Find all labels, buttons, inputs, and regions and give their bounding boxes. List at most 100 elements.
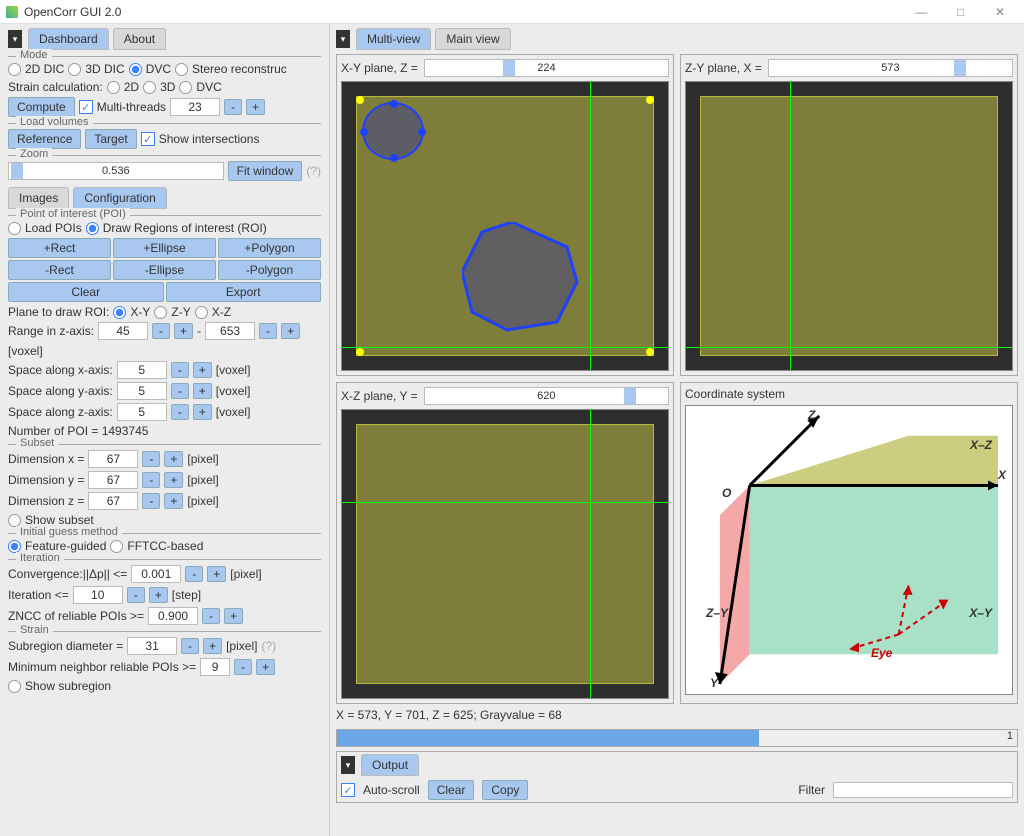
sidebar-toggle[interactable]: ▾	[8, 30, 22, 48]
tab-mainview[interactable]: Main view	[435, 28, 510, 50]
xz-slider[interactable]: 620	[424, 387, 669, 405]
radio-feature-guided[interactable]	[8, 540, 21, 553]
roi-ellipse[interactable]	[362, 102, 424, 160]
range-z-to[interactable]: 653	[205, 322, 255, 340]
maximize-button[interactable]: □	[943, 5, 979, 19]
roi-polygon[interactable]	[462, 222, 582, 332]
zoom-slider[interactable]: 0.536	[8, 162, 224, 180]
dim-z-plus[interactable]: +	[164, 493, 183, 509]
radio-2d-dic[interactable]	[8, 63, 21, 76]
radio-strain-dvc[interactable]	[179, 81, 192, 94]
multithreads-plus[interactable]: +	[246, 99, 265, 115]
tab-about[interactable]: About	[113, 28, 166, 50]
min-neigh-minus[interactable]: -	[234, 659, 252, 675]
radio-dvc[interactable]	[129, 63, 142, 76]
radio-stereo[interactable]	[175, 63, 188, 76]
multithreads-minus[interactable]: -	[224, 99, 242, 115]
export-roi-button[interactable]: Export	[166, 282, 322, 302]
radio-strain-2d[interactable]	[107, 81, 120, 94]
dim-z-minus[interactable]: -	[142, 493, 160, 509]
dim-x-plus[interactable]: +	[164, 451, 183, 467]
radio-plane-zy[interactable]	[154, 306, 167, 319]
radio-plane-xz[interactable]	[195, 306, 208, 319]
sub-rect-button[interactable]: -Rect	[8, 260, 111, 280]
iter-plus[interactable]: +	[149, 587, 168, 603]
range-z-from-plus[interactable]: +	[174, 323, 193, 339]
autoscroll-checkbox[interactable]: ✓	[341, 783, 355, 797]
iter-value[interactable]: 10	[73, 586, 123, 604]
dim-x-minus[interactable]: -	[142, 451, 160, 467]
dim-y-value[interactable]: 67	[88, 471, 138, 489]
output-toggle[interactable]: ▾	[341, 756, 355, 774]
minimize-button[interactable]: —	[903, 5, 939, 19]
output-tab[interactable]: Output	[361, 754, 419, 776]
filter-input[interactable]	[833, 782, 1013, 798]
target-button[interactable]: Target	[85, 129, 136, 149]
dim-x-value[interactable]: 67	[88, 450, 138, 468]
add-rect-button[interactable]: +Rect	[8, 238, 111, 258]
multithreads-checkbox[interactable]: ✓	[79, 100, 93, 114]
zoom-help[interactable]: (?)	[306, 164, 321, 178]
range-z-from[interactable]: 45	[98, 322, 148, 340]
space-y-value[interactable]: 5	[117, 382, 167, 400]
conv-value[interactable]: 0.001	[131, 565, 181, 583]
min-neigh-value[interactable]: 9	[200, 658, 230, 676]
space-x-minus[interactable]: -	[171, 362, 189, 378]
xy-canvas[interactable]	[341, 81, 669, 371]
tab-configuration[interactable]: Configuration	[73, 187, 166, 209]
subdiam-help[interactable]: (?)	[261, 639, 276, 653]
subdiam-minus[interactable]: -	[181, 638, 199, 654]
conv-minus[interactable]: -	[185, 566, 203, 582]
multithreads-value[interactable]: 23	[170, 98, 220, 116]
radio-fftcc[interactable]	[110, 540, 123, 553]
zy-canvas[interactable]	[685, 81, 1013, 371]
radio-strain-3d[interactable]	[143, 81, 156, 94]
space-z-value[interactable]: 5	[117, 403, 167, 421]
conv-plus[interactable]: +	[207, 566, 226, 582]
reference-button[interactable]: Reference	[8, 129, 81, 149]
radio-load-pois[interactable]	[8, 222, 21, 235]
dim-y-plus[interactable]: +	[164, 472, 183, 488]
clear-roi-button[interactable]: Clear	[8, 282, 164, 302]
dim-y-minus[interactable]: -	[142, 472, 160, 488]
tab-dashboard[interactable]: Dashboard	[28, 28, 109, 50]
space-y-minus[interactable]: -	[171, 383, 189, 399]
tab-images[interactable]: Images	[8, 187, 69, 209]
radio-draw-roi[interactable]	[86, 222, 99, 235]
zncc-value[interactable]: 0.900	[148, 607, 198, 625]
space-z-plus[interactable]: +	[193, 404, 212, 420]
xy-slider[interactable]: 224	[424, 59, 669, 77]
fit-window-button[interactable]: Fit window	[228, 161, 303, 181]
compute-button[interactable]: Compute	[8, 97, 75, 117]
space-z-minus[interactable]: -	[171, 404, 189, 420]
range-z-from-minus[interactable]: -	[152, 323, 170, 339]
space-y-plus[interactable]: +	[193, 383, 212, 399]
zncc-minus[interactable]: -	[202, 608, 220, 624]
iter-minus[interactable]: -	[127, 587, 145, 603]
subdiam-plus[interactable]: +	[203, 638, 222, 654]
range-z-to-plus[interactable]: +	[281, 323, 300, 339]
space-x-plus[interactable]: +	[193, 362, 212, 378]
content-toggle[interactable]: ▾	[336, 30, 350, 48]
radio-plane-xy[interactable]	[113, 306, 126, 319]
show-intersections-checkbox[interactable]: ✓	[141, 132, 155, 146]
sub-ellipse-button[interactable]: -Ellipse	[113, 260, 216, 280]
tab-multiview[interactable]: Multi-view	[356, 28, 431, 50]
range-z-to-minus[interactable]: -	[259, 323, 277, 339]
min-neigh-plus[interactable]: +	[256, 659, 275, 675]
xz-canvas[interactable]	[341, 409, 669, 699]
show-subregion-checkbox[interactable]	[8, 680, 21, 693]
output-copy-button[interactable]: Copy	[482, 780, 528, 800]
close-button[interactable]: ✕	[982, 5, 1018, 19]
subdiam-value[interactable]: 31	[127, 637, 177, 655]
dim-z-value[interactable]: 67	[88, 492, 138, 510]
add-polygon-button[interactable]: +Polygon	[218, 238, 321, 258]
show-subset-checkbox[interactable]	[8, 514, 21, 527]
zncc-plus[interactable]: +	[224, 608, 243, 624]
sub-polygon-button[interactable]: -Polygon	[218, 260, 321, 280]
radio-3d-dic[interactable]	[68, 63, 81, 76]
space-x-value[interactable]: 5	[117, 361, 167, 379]
output-clear-button[interactable]: Clear	[428, 780, 475, 800]
add-ellipse-button[interactable]: +Ellipse	[113, 238, 216, 258]
zy-slider[interactable]: 573	[768, 59, 1013, 77]
